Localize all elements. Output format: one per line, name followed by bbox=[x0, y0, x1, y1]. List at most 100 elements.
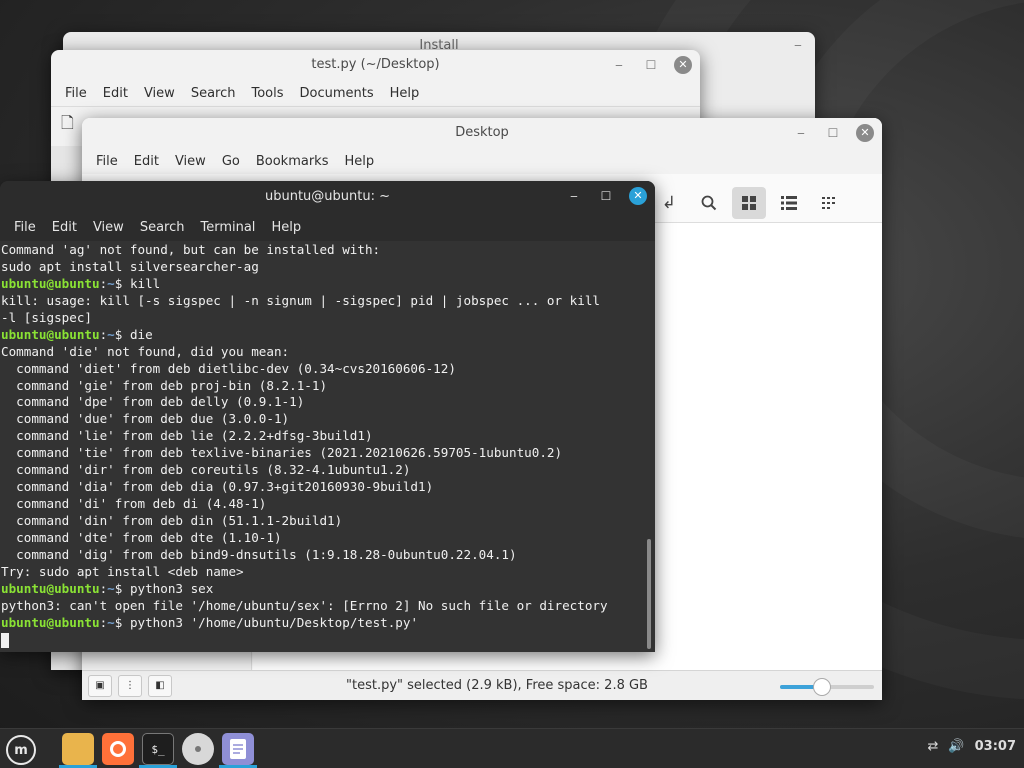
menu-search[interactable]: Search bbox=[132, 220, 193, 235]
terminal-output-line: Try: sudo apt install <deb name> bbox=[1, 563, 244, 579]
terminal-output-line: command 'di' from deb di (4.48-1) bbox=[1, 496, 267, 512]
menu-view[interactable]: View bbox=[85, 220, 132, 235]
firefox-icon[interactable] bbox=[102, 733, 134, 765]
terminal-command-line: ubuntu@ubuntu:~$ kill bbox=[1, 275, 161, 291]
menu-help[interactable]: Help bbox=[336, 154, 382, 169]
terminal-output-line: command 'din' from deb din (51.1.1-2buil… bbox=[1, 513, 343, 528]
terminal-output[interactable]: Command 'ag' not found, but can be insta… bbox=[0, 241, 655, 652]
maximize-icon[interactable]: ☐ bbox=[824, 122, 842, 144]
terminal-output-line: command 'diet' from deb dietlibc-dev (0.… bbox=[1, 360, 456, 376]
menu-terminal[interactable]: Terminal bbox=[192, 220, 263, 235]
terminal-output-line: command 'tie' from deb texlive-binaries … bbox=[1, 445, 563, 461]
terminal-active-prompt bbox=[1, 632, 655, 649]
terminal-output-line: command 'dir' from deb coreutils (8.32-4… bbox=[1, 462, 411, 478]
terminal-output-line: command 'gie' from deb proj-bin (8.2.1-1… bbox=[1, 377, 328, 393]
terminal-output-line: command 'lie' from deb lie (2.2.2+dfsg-3… bbox=[1, 428, 373, 444]
minimize-icon[interactable]: ‒ bbox=[565, 185, 583, 207]
terminal-output-line: sudo apt install silversearcher-ag bbox=[1, 258, 259, 274]
terminal-title: ubuntu@ubuntu: ~ bbox=[0, 181, 655, 213]
volume-icon[interactable]: 🔊 bbox=[948, 739, 964, 754]
terminal-scrollbar[interactable] bbox=[647, 539, 651, 649]
terminal-output-line: Command 'die' not found, did you mean: bbox=[1, 343, 290, 359]
taskbar: m $_ ⇄ 🔊 03:07 bbox=[0, 728, 1024, 768]
search-icon[interactable] bbox=[692, 187, 726, 219]
files-menubar: File Edit View Go Bookmarks Help bbox=[82, 148, 882, 174]
menu-view[interactable]: View bbox=[136, 86, 183, 101]
files-icon[interactable] bbox=[62, 733, 94, 765]
zoom-slider[interactable] bbox=[780, 678, 874, 696]
maximize-icon[interactable]: ☐ bbox=[597, 185, 615, 207]
files-statusbar: ▣ ⋮ ◧ "test.py" selected (2.9 kB), Free … bbox=[82, 670, 882, 700]
menu-help[interactable]: Help bbox=[382, 86, 428, 101]
maximize-icon[interactable]: ☐ bbox=[642, 54, 660, 76]
menu-search[interactable]: Search bbox=[183, 86, 244, 101]
minimize-icon[interactable]: ‒ bbox=[792, 122, 810, 144]
clock[interactable]: 03:07 bbox=[975, 739, 1016, 754]
menu-file[interactable]: File bbox=[88, 154, 126, 169]
show-treeview-icon[interactable]: ⋮ bbox=[118, 674, 142, 697]
editor-title: test.py (~/Desktop) bbox=[311, 57, 440, 72]
menu-file[interactable]: File bbox=[57, 86, 95, 101]
prompt-path: ~ bbox=[107, 275, 115, 291]
terminal-output-line: command 'dia' from deb dia (0.97.3+git20… bbox=[1, 479, 434, 495]
files-toolbar: ↲ bbox=[652, 184, 846, 222]
close-icon[interactable]: ✕ bbox=[674, 56, 692, 74]
prompt-user: ubuntu@ubuntu bbox=[1, 614, 100, 630]
menu-documents[interactable]: Documents bbox=[292, 86, 382, 101]
terminal-command-line: ubuntu@ubuntu:~$ python3 sex bbox=[1, 580, 214, 596]
terminal-command-line: ubuntu@ubuntu:~$ die bbox=[1, 326, 153, 342]
text-editor-icon[interactable] bbox=[222, 733, 254, 765]
terminal-output-line: -l [sigspec] bbox=[1, 309, 92, 325]
command-text: python3 sex bbox=[129, 580, 214, 596]
prompt-path: ~ bbox=[107, 614, 115, 630]
prompt-user: ubuntu@ubuntu bbox=[1, 275, 100, 291]
open-terminal-icon[interactable]: ↲ bbox=[652, 187, 686, 219]
terminal-menubar: File Edit View Search Terminal Help bbox=[0, 213, 655, 241]
prompt-path: ~ bbox=[107, 580, 115, 596]
command-text: python3 '/home/ubuntu/Desktop/test.py' bbox=[129, 614, 419, 630]
zoom-knob[interactable] bbox=[813, 678, 832, 696]
grid-view-icon[interactable] bbox=[732, 187, 766, 219]
close-icon[interactable]: ✕ bbox=[856, 124, 874, 142]
list-view-icon[interactable] bbox=[772, 187, 806, 219]
prompt-user: ubuntu@ubuntu bbox=[1, 580, 100, 596]
terminal-command-line: ubuntu@ubuntu:~$ python3 '/home/ubuntu/D… bbox=[1, 614, 419, 630]
menu-bookmarks[interactable]: Bookmarks bbox=[248, 154, 337, 169]
terminal-icon[interactable]: $_ bbox=[142, 733, 174, 765]
text-cursor bbox=[1, 632, 9, 648]
terminal-output-line: command 'dpe' from deb delly (0.9.1-1) bbox=[1, 394, 305, 410]
show-places-icon[interactable]: ▣ bbox=[88, 674, 112, 697]
terminal-output-line: Command 'ag' not found, but can be insta… bbox=[1, 242, 381, 257]
terminal-window[interactable]: ubuntu@ubuntu: ~ ‒ ☐ ✕ File Edit View Se… bbox=[0, 181, 655, 652]
menu-file[interactable]: File bbox=[6, 220, 44, 235]
command-text: kill bbox=[129, 275, 161, 291]
prompt-path: ~ bbox=[107, 326, 115, 342]
terminal-output-line: command 'dte' from deb dte (1.10-1) bbox=[1, 529, 282, 545]
status-text: "test.py" selected (2.9 kB), Free space:… bbox=[346, 678, 648, 693]
terminal-output-line: command 'dig' from deb bind9-dnsutils (1… bbox=[1, 546, 517, 562]
close-icon[interactable]: ✕ bbox=[629, 187, 647, 205]
minimize-icon[interactable]: ‒ bbox=[610, 54, 628, 76]
prompt-user: ubuntu@ubuntu bbox=[1, 326, 100, 342]
terminal-output-line: python3: can't open file '/home/ubuntu/s… bbox=[1, 597, 608, 613]
menu-view[interactable]: View bbox=[167, 154, 214, 169]
menu-edit[interactable]: Edit bbox=[126, 154, 167, 169]
terminal-output-line: command 'due' from deb due (3.0.0-1) bbox=[1, 411, 290, 427]
menu-tools[interactable]: Tools bbox=[243, 86, 291, 101]
hide-sidebar-icon[interactable]: ◧ bbox=[148, 674, 172, 697]
menu-help[interactable]: Help bbox=[263, 220, 309, 235]
files-title: Desktop bbox=[82, 118, 882, 148]
menu-edit[interactable]: Edit bbox=[95, 86, 136, 101]
editor-menubar: File Edit View Search Tools Documents He… bbox=[51, 80, 700, 106]
compact-view-icon[interactable] bbox=[812, 187, 846, 219]
mint-menu-icon[interactable]: m bbox=[6, 735, 36, 765]
system-tray: ⇄ 🔊 03:07 bbox=[928, 739, 1016, 754]
minimize-icon[interactable]: ‒ bbox=[789, 34, 807, 56]
menu-edit[interactable]: Edit bbox=[44, 220, 85, 235]
network-icon[interactable]: ⇄ bbox=[928, 739, 939, 754]
terminal-output-line: kill: usage: kill [-s sigspec | -n signu… bbox=[1, 292, 600, 308]
command-text: die bbox=[129, 326, 153, 342]
disc-icon[interactable] bbox=[182, 733, 214, 765]
new-document-icon[interactable]: 🗋 bbox=[61, 112, 74, 139]
menu-go[interactable]: Go bbox=[214, 154, 248, 169]
